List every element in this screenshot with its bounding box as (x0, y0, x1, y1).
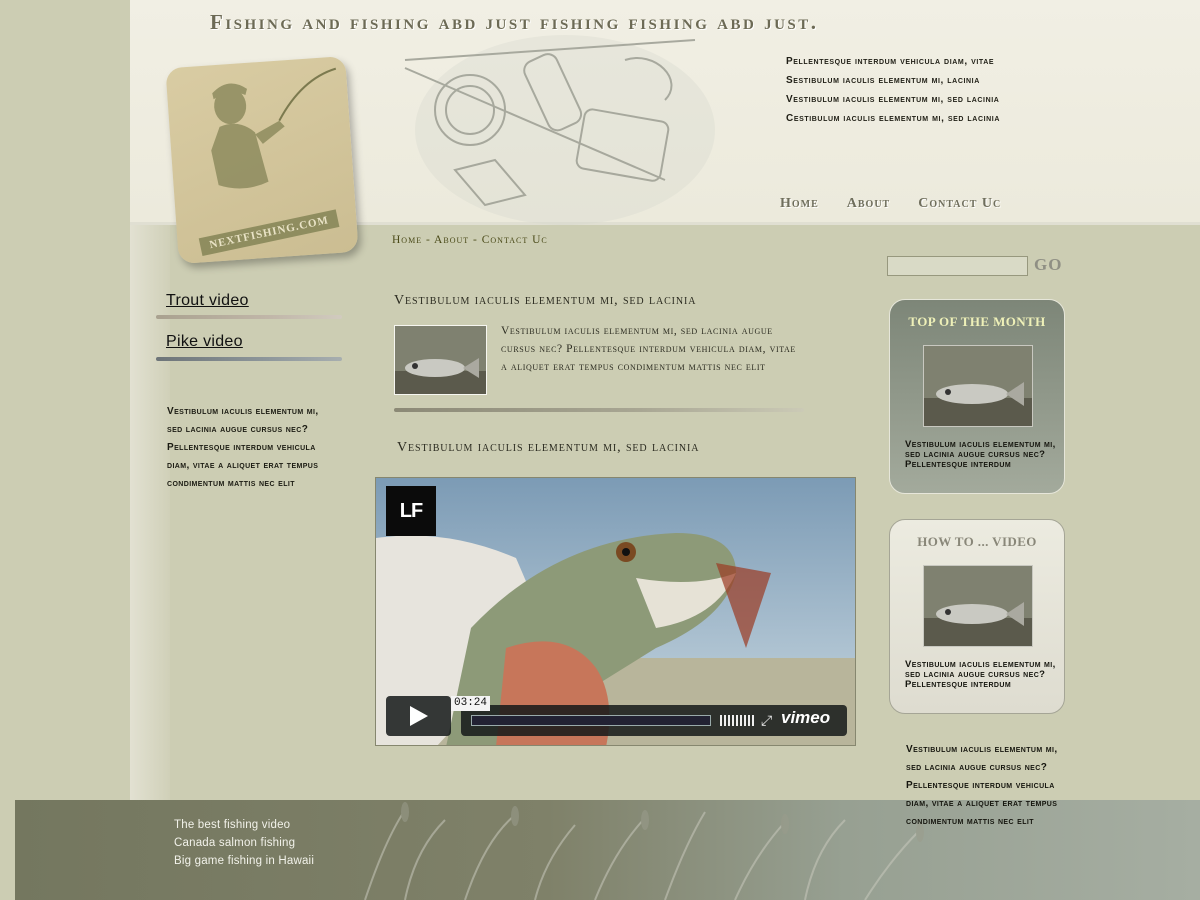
fishing-gear-sketch-icon (404, 35, 715, 225)
channel-badge[interactable]: LF (386, 486, 436, 536)
fish-thumbnail-image (924, 346, 1032, 426)
header-note: Sestibulum iaculis elementum mi, lacinia (786, 75, 980, 86)
sidebar-link-pike-video[interactable]: Pike video (166, 333, 243, 351)
breadcrumb-separator: - (422, 234, 435, 246)
top-nav: Home About Contact Uc (780, 196, 1001, 212)
nav-about[interactable]: About (847, 196, 890, 212)
video-controls: ⤢ vimeo (461, 705, 847, 736)
footer-link[interactable]: Big game fishing in Hawaii (174, 852, 314, 870)
widget-top-of-month: TOP OF THE MONTH Vestibulum iaculis elem… (889, 299, 1065, 494)
site-logo[interactable]: NEXTFISHING.COM (165, 55, 359, 265)
header-note: Vestibulum iaculis elementum mi, sed lac… (786, 94, 1000, 105)
widget-title: TOP OF THE MONTH (908, 314, 1046, 329)
widget-thumbnail[interactable] (923, 345, 1033, 427)
footer-link[interactable]: The best fishing video (174, 816, 314, 834)
nav-home[interactable]: Home (780, 196, 819, 212)
play-icon (409, 706, 428, 726)
grass-icon (364, 802, 924, 900)
breadcrumb-separator: - (469, 234, 482, 246)
fullscreen-icon[interactable]: ⤢ (761, 712, 772, 729)
fisherman-logo-icon (211, 67, 337, 189)
divider (156, 315, 342, 319)
footer-links: The best fishing video Canada salmon fis… (174, 816, 314, 870)
vimeo-logo[interactable]: vimeo (781, 708, 830, 728)
breadcrumb-about[interactable]: About (434, 234, 469, 246)
sidebar-text: Vestibulum iaculis elementum mi, sed lac… (167, 406, 319, 489)
video-heading: Vestibulum iaculis elementum mi, sed lac… (397, 440, 700, 455)
breadcrumb-home[interactable]: Home (392, 234, 422, 246)
video-progress-bar[interactable] (471, 715, 711, 726)
right-column-text: Vestibulum iaculis elementum mi, sed lac… (906, 744, 1058, 827)
video-player[interactable]: LF ⤢ vimeo 03:24 (375, 477, 856, 746)
divider (394, 408, 804, 412)
left-gutter (0, 0, 130, 800)
breadcrumb: Home - About - Contact Uc (392, 234, 548, 246)
header-note: Cestibulum iaculis elementum mi, sed lac… (786, 113, 1001, 124)
video-timecode: 03:24 (451, 696, 491, 711)
search-go-button[interactable]: GO (1034, 255, 1062, 275)
breadcrumb-contact[interactable]: Contact Uc (482, 234, 548, 246)
article-thumbnail[interactable] (394, 325, 487, 395)
widget-title: HOW TO ... VIDEO (917, 534, 1037, 549)
article-heading: Vestibulum iaculis elementum mi, sed lac… (394, 293, 697, 308)
widget-text: Vestibulum iaculis elementum mi, sed lac… (905, 439, 1056, 470)
nav-contact[interactable]: Contact Uc (918, 196, 1001, 212)
volume-icon[interactable] (720, 715, 754, 726)
article-body: Vestibulum iaculis elementum mi, sed lac… (501, 325, 796, 373)
widget-text: Vestibulum iaculis elementum mi, sed lac… (905, 659, 1056, 690)
footer-link[interactable]: Canada salmon fishing (174, 834, 314, 852)
divider (156, 357, 342, 361)
widget-how-to-video: HOW TO ... VIDEO Vestibulum iaculis elem… (889, 519, 1065, 714)
fish-thumbnail-image (924, 566, 1032, 646)
sidebar-link-trout-video[interactable]: Trout video (166, 292, 249, 310)
header-notes: Pellentesque interdum vehicula diam, vit… (786, 56, 1000, 132)
widget-thumbnail[interactable] (923, 565, 1033, 647)
fish-thumbnail-image (395, 326, 486, 394)
play-button[interactable] (386, 696, 451, 736)
search-input[interactable] (887, 256, 1028, 276)
header-note: Pellentesque interdum vehicula diam, vit… (786, 56, 995, 67)
site-title: Fishing and fishing abd just fishing fis… (210, 10, 819, 34)
